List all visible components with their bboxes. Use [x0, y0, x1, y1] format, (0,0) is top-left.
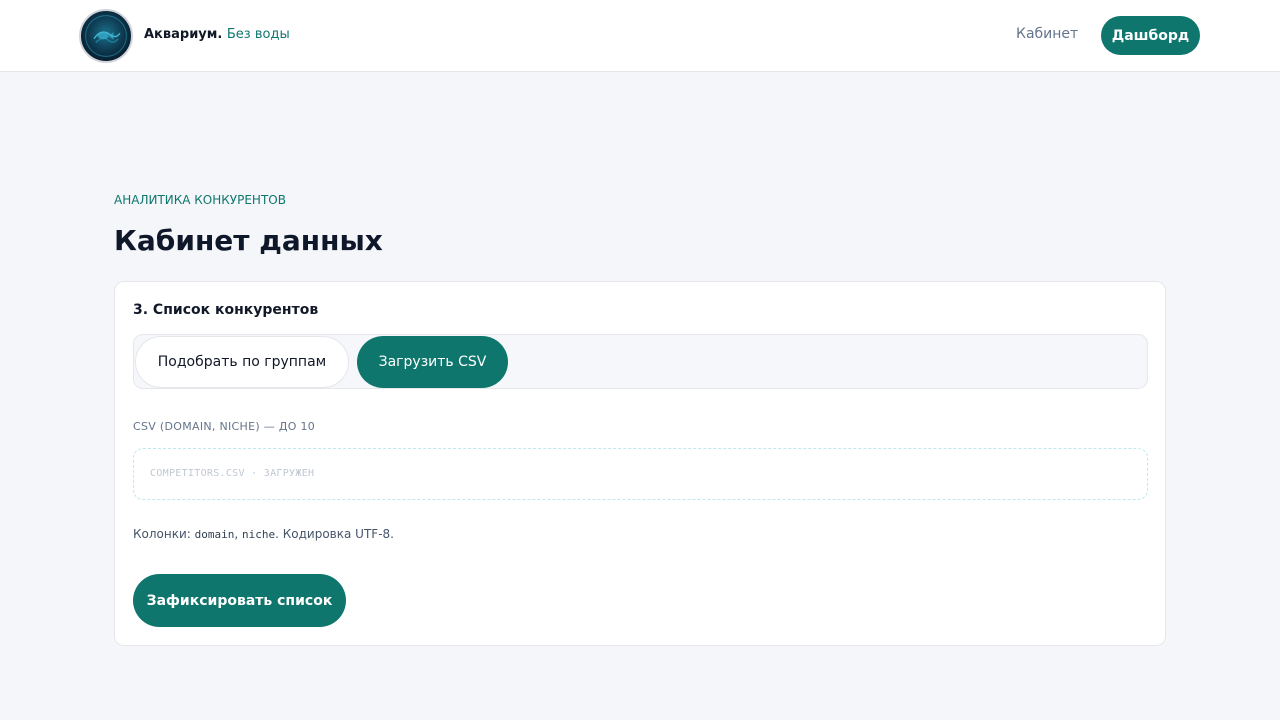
source-toggle: Подобрать по группам Загрузить CSV: [133, 334, 1148, 389]
hint-col-niche: niche: [242, 528, 276, 541]
nav-link-cabinet[interactable]: Кабинет: [1016, 26, 1078, 42]
file-status-text: COMPETITORS.CSV · ЗАГРУЖЕН: [150, 468, 315, 479]
upload-csv-button[interactable]: Загрузить CSV: [357, 336, 508, 388]
card-title: 3. Список конкурентов: [133, 302, 319, 318]
aquarium-logo-icon[interactable]: [79, 9, 133, 63]
csv-file-input[interactable]: COMPETITORS.CSV · ЗАГРУЖЕН: [133, 448, 1148, 500]
hint-col-domain: domain: [194, 528, 235, 541]
dashboard-button[interactable]: Дашборд: [1101, 16, 1200, 55]
hint-separator: ,: [234, 527, 243, 541]
page-eyebrow: АНАЛИТИКА КОНКУРЕНТОВ: [114, 193, 286, 207]
page-title: Кабинет данных: [114, 224, 383, 257]
fix-list-button[interactable]: Зафиксировать список: [133, 574, 346, 627]
competitors-card: 3. Список конкурентов Подобрать по групп…: [114, 281, 1166, 646]
pick-by-groups-button[interactable]: Подобрать по группам: [135, 336, 349, 388]
brand-name: Аквариум. Без воды: [144, 27, 290, 42]
csv-field-label: CSV (DOMAIN, NICHE) — ДО 10: [133, 420, 316, 433]
hint-prefix: Колонки:: [133, 527, 195, 541]
hint-suffix: . Кодировка UTF-8.: [275, 527, 394, 541]
top-bar: Аквариум. Без воды Кабинет Дашборд: [0, 0, 1280, 72]
aquarium-logo-art: [85, 15, 127, 57]
brand-name-accent: Без воды: [226, 27, 290, 42]
brand-name-main: Аквариум.: [144, 27, 223, 42]
columns-hint: Колонки: domain, niche. Кодировка UTF-8.: [133, 527, 394, 541]
